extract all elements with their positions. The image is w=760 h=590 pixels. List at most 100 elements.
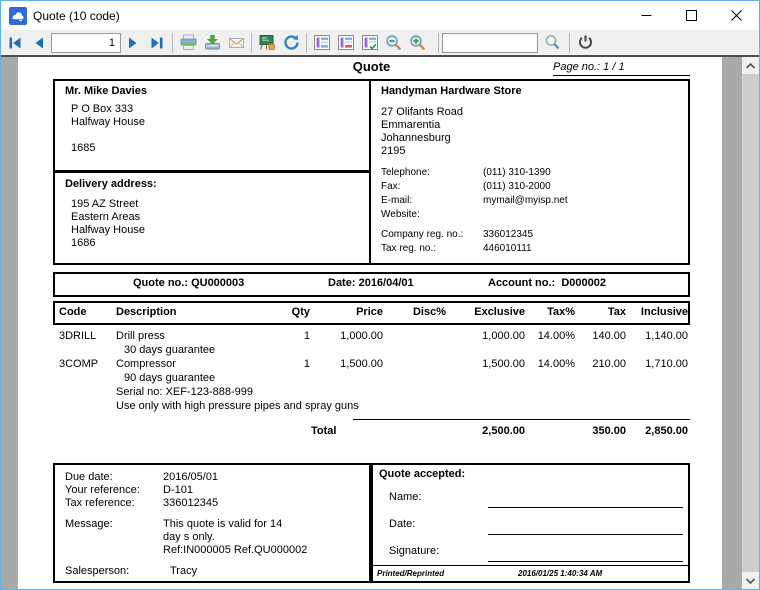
tax-reg-value: 446010111 <box>483 243 532 254</box>
close-icon <box>731 10 742 21</box>
delivery-address-line: Eastern Areas <box>71 211 141 223</box>
layout-option-3-icon <box>362 35 378 51</box>
row-qty: 1 <box>303 358 310 370</box>
due-date-label: Due date: <box>65 471 113 483</box>
toolbar-separator <box>438 32 439 53</box>
col-qty: Qty <box>291 306 310 318</box>
quote-no-label: Quote no.: <box>133 277 188 289</box>
customer-address-line: P O Box 333 <box>71 103 134 115</box>
zoom-out-button[interactable] <box>382 31 406 55</box>
first-page-button[interactable] <box>3 31 27 55</box>
printed-timestamp: 2016/01/25 1:40:34 AM <box>518 569 603 578</box>
total-rule <box>353 419 690 420</box>
col-inclusive: Inclusive <box>640 306 688 318</box>
layout-option-2-icon <box>338 35 354 50</box>
chevron-up-icon <box>746 62 755 69</box>
row-exclusive: 1,500.00 <box>482 358 525 370</box>
address-box-divider-horizontal <box>53 170 371 173</box>
toolbar-separator <box>251 32 252 53</box>
chevron-down-icon <box>746 577 755 584</box>
total-tax: 350.00 <box>592 425 626 437</box>
date-signature-line <box>488 534 683 535</box>
scrollbar-up-button[interactable] <box>742 57 759 74</box>
supplier-address-line: 2195 <box>381 145 406 157</box>
row-tax-pct: 14.00% <box>537 358 575 370</box>
toolbar-separator <box>306 32 307 53</box>
supplier-name: Handyman Hardware Store <box>381 85 522 97</box>
next-page-button[interactable] <box>121 31 145 55</box>
row-description: Compressor <box>116 358 176 370</box>
account-no: Account no.: D000002 <box>488 277 606 290</box>
row-exclusive: 1,000.00 <box>482 330 525 342</box>
vertical-scrollbar[interactable] <box>742 57 759 589</box>
zoom-in-icon <box>410 34 426 50</box>
title-bar[interactable]: Quote (10 code) <box>1 1 759 30</box>
due-date-value: 2016/05/01 <box>163 471 219 483</box>
report-page: Quote Page no.: 1 / 1 Mr. Mike Davies P … <box>18 57 722 589</box>
quote-date: Date: 2016/04/01 <box>328 277 414 290</box>
email-button[interactable] <box>224 31 248 55</box>
preview-area: Quote Page no.: 1 / 1 Mr. Mike Davies P … <box>1 57 759 589</box>
accept-date-label: Date: <box>389 518 416 530</box>
supplier-address-line: Johannesburg <box>381 132 451 144</box>
fax-value: (011) 310-2000 <box>483 181 551 192</box>
minimize-button[interactable] <box>624 1 669 30</box>
customer-address-line <box>71 129 145 142</box>
delivery-address-line: Halfway House <box>71 224 145 236</box>
search-input[interactable] <box>442 32 538 53</box>
scrollbar-thumb[interactable] <box>742 74 759 572</box>
print-button[interactable] <box>176 31 200 55</box>
row-inclusive: 1,140.00 <box>645 330 688 342</box>
power-icon <box>578 35 592 49</box>
last-page-button[interactable] <box>145 31 169 55</box>
delivery-address: 195 AZ Street Eastern Areas Halfway Hous… <box>71 198 145 250</box>
close-button[interactable] <box>714 1 759 30</box>
delivery-address-line: 1686 <box>71 237 96 249</box>
row-tax: 140.00 <box>592 330 626 342</box>
export-button[interactable] <box>200 31 224 55</box>
salesperson-value: Tracy <box>170 565 198 577</box>
page-number-input[interactable] <box>51 32 121 53</box>
layout-option-3-button[interactable] <box>358 31 382 55</box>
layout-option-2-button[interactable] <box>334 31 358 55</box>
date-value: 2016/04/01 <box>358 277 414 289</box>
row-tax-pct: 14.00% <box>537 330 575 342</box>
row-note: Serial no: XEF-123-888-999 <box>116 386 253 398</box>
company-reg-label: Company reg. no.: <box>381 229 464 240</box>
toolbar-separator <box>569 32 570 53</box>
row-tax: 210.00 <box>592 358 626 370</box>
previous-page-button[interactable] <box>27 31 51 55</box>
row-note: 90 days guarantee <box>124 372 216 384</box>
name-signature-line <box>488 507 683 508</box>
tax-reg-label: Tax reg. no.: <box>381 243 437 254</box>
printer-icon <box>180 34 196 50</box>
total-label: Total <box>311 425 337 437</box>
export-icon <box>204 35 220 50</box>
your-reference-label: Your reference: <box>65 484 140 496</box>
telephone-value: (011) 310-1390 <box>483 167 551 178</box>
email-icon <box>228 38 244 48</box>
tax-reference-value: 336012345 <box>163 497 219 509</box>
page-no-label: Page no.: <box>553 61 601 73</box>
customer-address-line: Halfway House <box>71 116 145 128</box>
delivery-address-line: 195 AZ Street <box>71 198 139 210</box>
message-label: Message: <box>65 518 113 530</box>
search-button[interactable] <box>538 31 566 55</box>
col-disc: Disc% <box>412 306 446 318</box>
next-page-icon <box>129 37 137 48</box>
maximize-button[interactable] <box>669 1 714 30</box>
refresh-icon <box>283 35 299 50</box>
company-reg-value: 336012345 <box>483 229 534 240</box>
exit-button[interactable] <box>573 31 597 55</box>
zoom-in-button[interactable] <box>406 31 430 55</box>
total-inclusive: 2,850.00 <box>645 425 688 437</box>
row-description: Drill press <box>116 330 165 342</box>
toolbar-separator <box>172 32 173 53</box>
row-code: 3COMP <box>59 358 99 370</box>
refresh-button[interactable] <box>279 31 303 55</box>
scrollbar-down-button[interactable] <box>742 572 759 589</box>
customer-address-line: 1685 <box>71 142 96 154</box>
layout-option-1-button[interactable] <box>310 31 334 55</box>
email-value: mymail@myisp.net <box>483 195 568 206</box>
design-button[interactable] <box>255 31 279 55</box>
